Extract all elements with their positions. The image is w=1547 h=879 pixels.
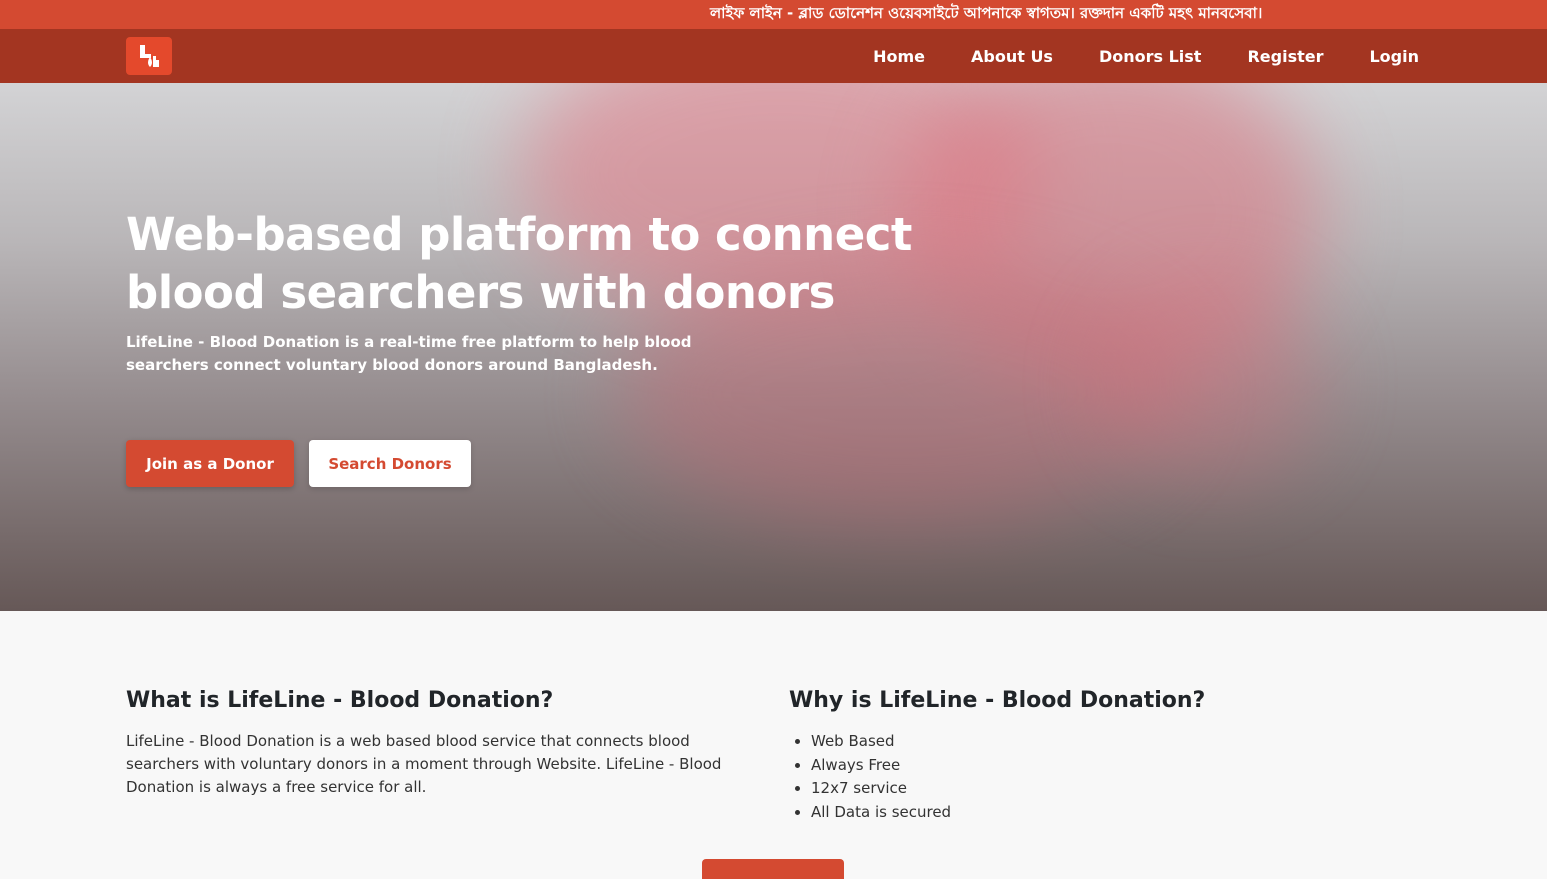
about-body: LifeLine - Blood Donation is a web based… (126, 732, 722, 796)
marquee-text: লাইফ লাইন - ব্লাড ডোনেশন ওয়েবসাইটে আপনা… (710, 4, 1263, 22)
join-as-donor-button[interactable]: Join as a Donor (126, 440, 294, 487)
why-section: Why is LifeLine - Blood Donation? Web Ba… (789, 688, 1289, 824)
hero-title: Web-based platform to connect blood sear… (126, 208, 912, 319)
nav-about-us[interactable]: About Us (971, 47, 1053, 66)
hero-subtitle: LifeLine - Blood Donation is a real-time… (126, 333, 692, 374)
nav-donors-list[interactable]: Donors List (1099, 47, 1202, 66)
nav-links: Home About Us Donors List Register Login (827, 29, 1419, 83)
hero-banner: Web-based platform to connect blood sear… (0, 83, 1547, 611)
why-heading: Why is LifeLine - Blood Donation? (789, 688, 1206, 713)
why-item: Web Based (811, 730, 1289, 754)
why-item: 12x7 service (811, 777, 1289, 801)
lifeline-logo-icon[interactable] (126, 37, 172, 75)
search-donors-button[interactable]: Search Donors (309, 440, 471, 487)
blood-splash-decoration (1100, 283, 1320, 483)
nav-home[interactable]: Home (873, 47, 925, 66)
about-section: What is LifeLine - Blood Donation? LifeL… (126, 688, 746, 799)
why-item: Always Free (811, 754, 1289, 778)
welcome-marquee: লাইফ লাইন - ব্লাড ডোনেশন ওয়েবসাইটে আপনা… (0, 0, 1547, 29)
about-heading: What is LifeLine - Blood Donation? (126, 688, 554, 713)
why-list: Web Based Always Free 12x7 service All D… (789, 730, 1289, 824)
why-item: All Data is secured (811, 801, 1289, 825)
nav-login[interactable]: Login (1369, 47, 1419, 66)
more-button[interactable] (702, 859, 844, 879)
nav-register[interactable]: Register (1247, 47, 1323, 66)
navbar: Home About Us Donors List Register Login (0, 29, 1547, 83)
